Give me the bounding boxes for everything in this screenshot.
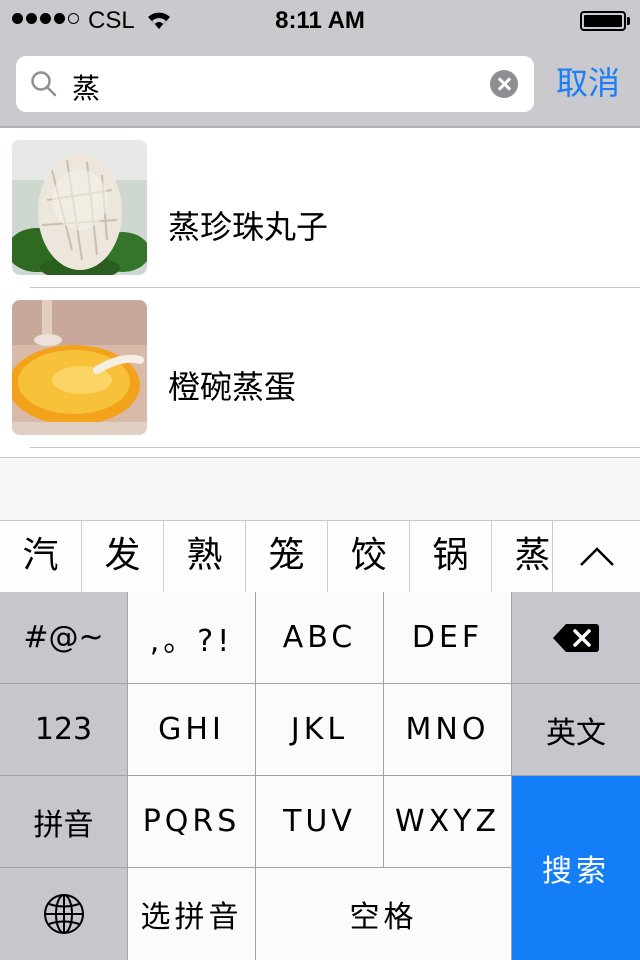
key-label: 搜索 [542,854,610,889]
search-bar: 蒸 取消 [0,40,640,128]
candidate-item[interactable]: 饺 [328,521,410,592]
recipe-thumbnail [12,140,147,275]
space-key[interactable]: 空格 [256,868,512,960]
battery-icon [580,11,626,31]
status-bar: CSL 8:11 AM [0,0,640,40]
clear-icon[interactable] [490,70,518,98]
status-time: 8:11 AM [275,7,365,34]
key-mno[interactable]: MNO [384,684,512,776]
delete-button[interactable] [512,592,640,684]
key-label: PQRS [142,804,241,839]
empty-list-area [0,458,640,520]
row-divider [30,287,640,288]
key-label: JKL [290,712,349,747]
key-label: GHI [158,712,225,747]
chevron-up-icon [580,547,614,566]
battery-tip [627,17,630,25]
key-label: 选拼音 [140,900,243,935]
key-label: TUV [283,804,356,839]
search-results-list: 蒸珍珠丸子 橙碗蒸蛋 [0,130,640,458]
key-label: MNO [405,712,490,747]
key-label: DEF [411,620,484,655]
search-query: 蒸 [72,72,101,105]
keyboard: #@~ ,。?! ABC DEF 123 GHI JKL MNO 英文 拼音 P… [0,592,640,960]
recipe-title: 蒸珍珠丸子 [168,208,329,246]
cancel-button[interactable]: 取消 [556,58,620,104]
key-abc[interactable]: ABC [256,592,384,684]
candidate-item[interactable]: 锅 [410,521,492,592]
candidate-item[interactable]: 发 [82,521,164,592]
key-label: ,。?! [149,623,234,659]
key-jkl[interactable]: JKL [256,684,384,776]
search-button[interactable]: 搜索 [512,776,640,960]
backspace-icon [553,623,599,652]
english-key[interactable]: 英文 [512,684,640,776]
punctuation-key[interactable]: ,。?! [128,592,256,684]
list-item[interactable]: 橙碗蒸蛋 [0,290,640,450]
recipe-thumbnail [12,300,147,435]
key-def[interactable]: DEF [384,592,512,684]
select-pinyin-key[interactable]: 选拼音 [128,868,256,960]
candidate-item[interactable]: 熟 [164,521,246,592]
key-pqrs[interactable]: PQRS [128,776,256,868]
key-label: WXYZ [394,804,501,839]
list-item[interactable]: 蒸珍珠丸子 [0,130,640,290]
key-label: 空格 [349,900,418,935]
key-label: ABC [282,620,357,655]
globe-key[interactable] [0,868,128,960]
candidate-item[interactable]: 汽 [0,521,82,592]
expand-candidates-button[interactable] [552,520,640,592]
candidate-item[interactable]: 笼 [246,521,328,592]
globe-icon [43,894,84,934]
search-icon [30,70,58,103]
pinyin-key[interactable]: 拼音 [0,776,128,868]
key-wxyz[interactable]: WXYZ [384,776,512,868]
symbols-key[interactable]: #@~ [0,592,128,684]
key-tuv[interactable]: TUV [256,776,384,868]
row-divider [30,447,640,448]
ime-candidate-bar: 汽 发 熟 笼 饺 锅 蒸 [0,520,640,592]
recipe-title: 橙碗蒸蛋 [168,368,297,406]
key-ghi[interactable]: GHI [128,684,256,776]
search-input[interactable]: 蒸 [16,56,534,112]
numbers-key[interactable]: 123 [0,684,128,776]
